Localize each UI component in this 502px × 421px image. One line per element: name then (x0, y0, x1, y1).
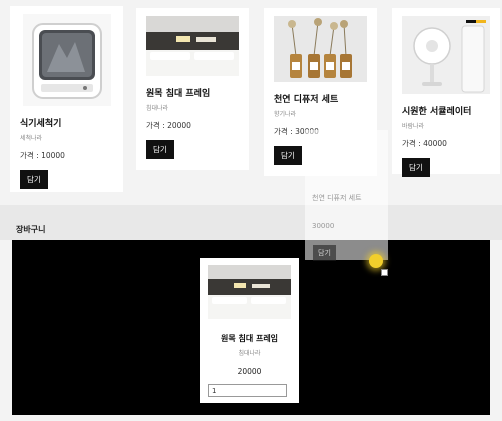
cart-item-name: 원목 침대 프레임 (220, 334, 279, 343)
shopping-page: 식기세척기 세척나라 가격 : 10000 담기 원목 침대 프레임 침대나라 … (0, 0, 502, 421)
cart-title: 장바구니 (16, 225, 46, 234)
product-name: 천연 디퓨저 세트 (274, 95, 339, 105)
product-price: 가격 : 20000 (146, 121, 191, 130)
product-price: 가격 : 10000 (20, 151, 65, 160)
diffuser-image (274, 16, 367, 82)
circulator-image (402, 16, 490, 94)
product-price: 가격 : 40000 (402, 139, 447, 148)
bed-frame-image (208, 265, 291, 319)
product-brand: 세척나라 (20, 135, 43, 142)
cart-item-price: 20000 (237, 367, 262, 376)
drag-ghost-button: 담기 (313, 245, 336, 261)
bed-frame-image (146, 16, 239, 76)
drag-ghost-name: 천연 디퓨저 세트 (312, 194, 362, 202)
drag-ghost-price: 30000 (312, 222, 335, 230)
cart-item-brand: 침대나라 (238, 350, 261, 357)
product-name: 시원한 서큘레이터 (402, 107, 472, 117)
cart-header-strip (0, 205, 502, 240)
product-card-circulator[interactable]: 시원한 서큘레이터 바람나라 가격 : 40000 담기 (392, 8, 500, 177)
product-name: 원목 침대 프레임 (146, 89, 211, 99)
add-to-cart-button[interactable]: 담기 (20, 170, 48, 189)
drag-handle-icon[interactable] (381, 269, 388, 276)
product-name: 식기세척기 (20, 119, 62, 129)
product-card-dishwasher[interactable]: 식기세척기 세척나라 가격 : 10000 담기 (10, 6, 123, 192)
cursor-highlight-icon (369, 254, 383, 268)
add-to-cart-button[interactable]: 담기 (146, 140, 174, 159)
product-card-bed-frame[interactable]: 원목 침대 프레임 침대나라 가격 : 20000 담기 (136, 8, 249, 170)
dishwasher-image (22, 14, 111, 106)
add-to-cart-button[interactable]: 담기 (274, 146, 302, 165)
product-brand: 향기나라 (274, 111, 297, 118)
add-to-cart-button[interactable]: 담기 (402, 158, 430, 177)
cart-item: 원목 침대 프레임 침대나라 20000 (200, 258, 299, 403)
product-brand: 바람나라 (402, 123, 425, 130)
quantity-input[interactable] (208, 384, 287, 397)
product-brand: 침대나라 (146, 105, 169, 112)
